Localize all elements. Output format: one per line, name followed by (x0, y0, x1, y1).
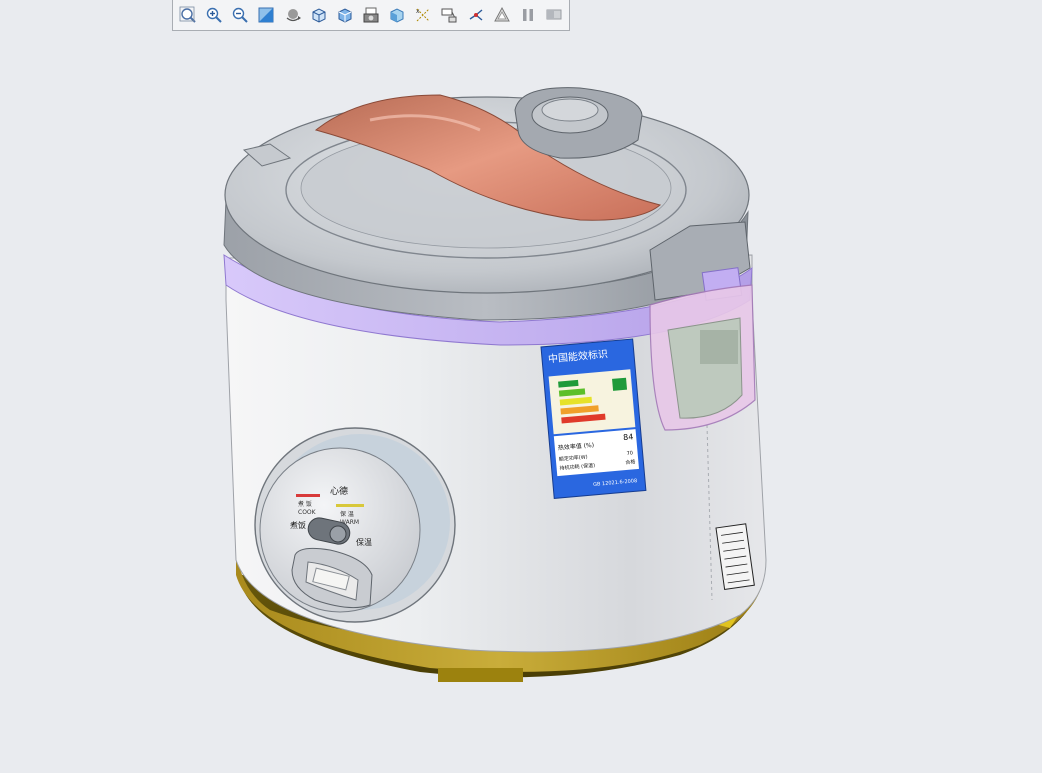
grade-badge (612, 377, 628, 391)
switch-left-label: 煮饭 (290, 520, 306, 530)
section-icon (546, 9, 562, 20)
panel-brand: 心德 (330, 485, 348, 497)
annotation-display-button[interactable] (438, 4, 460, 26)
camera-view-icon (363, 7, 379, 23)
zoom-fit-button[interactable] (177, 4, 199, 26)
perspective-icon (493, 6, 510, 22)
energy-value: 84 (623, 432, 634, 442)
warm-label: 保 温 (340, 510, 354, 518)
section-button[interactable] (543, 4, 565, 26)
repaint-button[interactable] (255, 4, 277, 26)
zoom-in-icon (206, 7, 222, 23)
switch-right-label: 保温 (356, 537, 372, 547)
pause-icon (522, 9, 533, 21)
zoom-out-button[interactable] (229, 4, 251, 26)
spin-icon (286, 9, 301, 22)
spin-center-icon (469, 9, 482, 21)
energy-row3-value: 合格 (625, 458, 636, 466)
perspective-button[interactable] (491, 4, 513, 26)
energy-label: 中国能效标识 热效率值 (%) 84 额定功率(W) 70 待机功耗 (保温) … (540, 338, 647, 499)
water-collector-grid (700, 330, 738, 364)
view-orientation-button[interactable] (308, 4, 330, 26)
cook-indicator (296, 494, 320, 497)
spin-button[interactable] (282, 4, 304, 26)
appearance-icon (390, 8, 404, 23)
datum-display-button[interactable]: x (412, 4, 434, 26)
warm-indicator (336, 504, 364, 507)
svg-text:x: x (416, 8, 420, 15)
appearance-button[interactable] (386, 4, 408, 26)
zoom-out-icon (233, 7, 248, 23)
saved-views-button[interactable] (360, 4, 382, 26)
energy-row2-value: 70 (626, 450, 633, 457)
repaint-icon (258, 7, 274, 23)
spin-center-button[interactable] (465, 4, 487, 26)
base-foot (438, 668, 523, 682)
zoom-in-button[interactable] (203, 4, 225, 26)
display-style-icon (338, 8, 352, 23)
zoom-fit-icon (179, 6, 196, 23)
view-toolbar: x (172, 0, 570, 31)
rice-cooker-model[interactable]: 心德 煮 饭 COOK 保 温 WARM 煮饭 保温 中国能效标识 热效率值 (… (0, 31, 1042, 773)
annotation-icon (441, 8, 457, 23)
datum-display-icon: x (416, 8, 430, 22)
cook-label: 煮 饭 (298, 500, 312, 508)
display-style-button[interactable] (334, 4, 356, 26)
cube-icon (312, 8, 326, 23)
pause-button[interactable] (517, 4, 539, 26)
steam-vent-top (541, 98, 599, 122)
mode-switch-knob (329, 525, 347, 543)
cook-label-en: COOK (298, 509, 317, 516)
graphics-viewport[interactable]: 心德 煮 饭 COOK 保 温 WARM 煮饭 保温 中国能效标识 热效率值 (… (0, 31, 1042, 773)
